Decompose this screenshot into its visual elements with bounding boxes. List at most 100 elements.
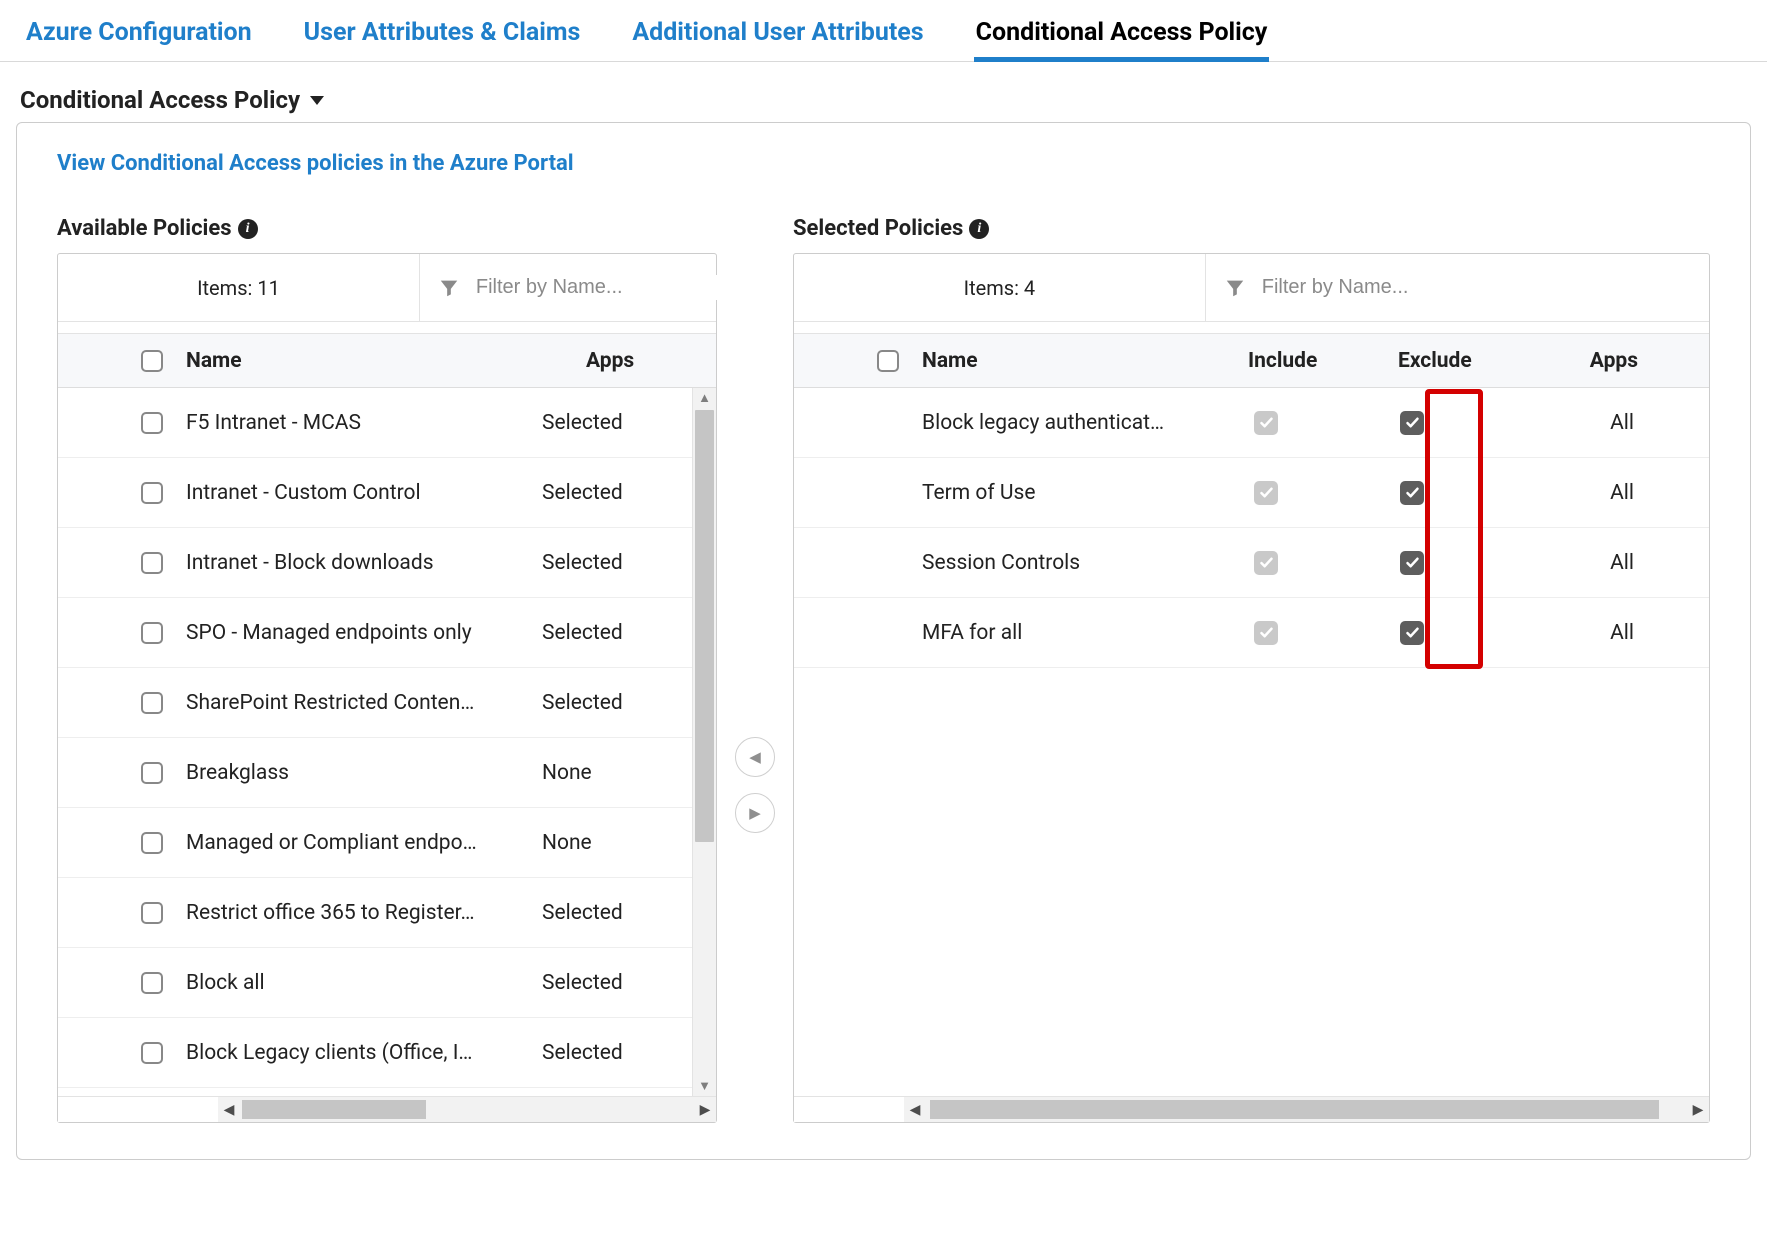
policy-name: Block all xyxy=(182,971,542,995)
available-row[interactable]: SPO - Managed endpoints only Selected xyxy=(58,598,692,668)
available-row[interactable]: Restrict office 365 to Register… Selecte… xyxy=(58,878,692,948)
policy-apps: Selected xyxy=(542,1041,672,1065)
move-right-button[interactable]: ▶ xyxy=(735,793,775,833)
selected-header-name[interactable]: Name xyxy=(918,349,1248,373)
hscroll-thumb[interactable] xyxy=(242,1100,426,1119)
row-checkbox[interactable] xyxy=(141,762,163,784)
hscroll-thumb[interactable] xyxy=(930,1100,1659,1119)
scroll-up-icon[interactable]: ▲ xyxy=(693,388,716,408)
section-header[interactable]: Conditional Access Policy xyxy=(0,62,1767,122)
row-checkbox[interactable] xyxy=(141,902,163,924)
available-row[interactable]: Block Legacy clients (Office, I… Selecte… xyxy=(58,1018,692,1088)
transfer-buttons: ◀ ▶ xyxy=(735,216,775,1123)
selected-select-all-checkbox[interactable] xyxy=(877,350,899,372)
include-checkbox[interactable] xyxy=(1254,481,1278,505)
selected-row[interactable]: Session Controls All xyxy=(794,528,1709,598)
available-hscrollbar[interactable]: ◀ ▶ xyxy=(58,1096,716,1122)
available-header-apps[interactable]: Apps xyxy=(586,349,716,373)
scroll-left-icon[interactable]: ◀ xyxy=(904,1097,926,1122)
exclude-checkbox[interactable] xyxy=(1400,481,1424,505)
selected-column: Selected Policies i Items: 4 Name Includ… xyxy=(793,216,1710,1123)
available-row[interactable]: Breakglass None xyxy=(58,738,692,808)
selected-filter-cell xyxy=(1206,254,1709,321)
policy-name: SPO - Managed endpoints only xyxy=(182,621,542,645)
scroll-thumb[interactable] xyxy=(695,410,714,842)
scroll-right-icon[interactable]: ▶ xyxy=(694,1097,716,1122)
selected-filter-input[interactable] xyxy=(1260,275,1691,300)
include-cell xyxy=(1248,621,1398,645)
policy-name: Term of Use xyxy=(918,481,1248,505)
info-icon[interactable]: i xyxy=(238,219,258,239)
scroll-right-icon[interactable]: ▶ xyxy=(1687,1097,1709,1122)
tab-additional-user-attributes[interactable]: Additional User Attributes xyxy=(630,8,925,61)
available-filter-input[interactable] xyxy=(474,275,743,300)
policy-apps: Selected xyxy=(542,551,672,575)
exclude-checkbox[interactable] xyxy=(1400,551,1424,575)
row-checkbox[interactable] xyxy=(141,692,163,714)
policy-name: Session Controls xyxy=(918,551,1248,575)
scroll-down-icon[interactable]: ▼ xyxy=(693,1076,716,1096)
policy-panel: View Conditional Access policies in the … xyxy=(16,122,1751,1160)
available-select-all-checkbox[interactable] xyxy=(141,350,163,372)
exclude-checkbox[interactable] xyxy=(1400,621,1424,645)
row-checkbox[interactable] xyxy=(141,412,163,434)
tab-conditional-access-policy[interactable]: Conditional Access Policy xyxy=(974,8,1270,61)
row-checkbox[interactable] xyxy=(141,832,163,854)
available-filter-cell xyxy=(420,254,761,321)
exclude-cell xyxy=(1398,411,1558,435)
policy-apps: All xyxy=(1558,481,1688,505)
include-cell xyxy=(1248,481,1398,505)
available-row[interactable]: Intranet - Block downloads Selected xyxy=(58,528,692,598)
row-checkbox[interactable] xyxy=(141,1042,163,1064)
selected-hscrollbar[interactable]: ◀ ▶ xyxy=(794,1096,1709,1122)
filter-icon xyxy=(1224,277,1246,299)
selected-header-include[interactable]: Include xyxy=(1248,349,1398,373)
include-checkbox[interactable] xyxy=(1254,621,1278,645)
policy-apps: All xyxy=(1558,621,1688,645)
selected-items-count: Items: 4 xyxy=(794,254,1206,321)
policy-name: Restrict office 365 to Register… xyxy=(182,901,542,925)
selected-body-wrap: Block legacy authenticat… All Term of Us… xyxy=(794,388,1709,1096)
available-list-box: Items: 11 Name Apps F5 Intranet - MCAS xyxy=(57,253,717,1123)
policy-apps: All xyxy=(1558,551,1688,575)
include-checkbox[interactable] xyxy=(1254,411,1278,435)
row-checkbox[interactable] xyxy=(141,972,163,994)
available-body-wrap: F5 Intranet - MCAS Selected Intranet - C… xyxy=(58,388,716,1096)
policy-name: Managed or Compliant endpo… xyxy=(182,831,542,855)
selected-topbar: Items: 4 xyxy=(794,254,1709,322)
row-checkbox[interactable] xyxy=(141,622,163,644)
selected-header-exclude[interactable]: Exclude xyxy=(1398,349,1558,373)
selected-row[interactable]: MFA for all All xyxy=(794,598,1709,668)
available-row[interactable]: F5 Intranet - MCAS Selected xyxy=(58,388,692,458)
selected-row[interactable]: Block legacy authenticat… All xyxy=(794,388,1709,458)
available-header-name[interactable]: Name xyxy=(182,349,586,373)
scroll-left-icon[interactable]: ◀ xyxy=(218,1097,240,1122)
exclude-cell xyxy=(1398,551,1558,575)
policy-name: Intranet - Custom Control xyxy=(182,481,542,505)
available-row[interactable]: Block all Selected xyxy=(58,948,692,1018)
available-row[interactable]: SharePoint Restricted Conten… Selected xyxy=(58,668,692,738)
view-in-portal-link[interactable]: View Conditional Access policies in the … xyxy=(57,151,574,176)
available-items-count: Items: 11 xyxy=(58,254,420,321)
row-checkbox[interactable] xyxy=(141,552,163,574)
include-checkbox[interactable] xyxy=(1254,551,1278,575)
policy-apps: All xyxy=(1558,411,1688,435)
selected-header-row: Name Include Exclude Apps xyxy=(794,334,1709,388)
info-icon[interactable]: i xyxy=(969,219,989,239)
available-header-row: Name Apps xyxy=(58,334,716,388)
move-left-button[interactable]: ◀ xyxy=(735,737,775,777)
policy-apps: Selected xyxy=(542,411,672,435)
tab-azure-configuration[interactable]: Azure Configuration xyxy=(24,8,254,61)
available-vscrollbar[interactable]: ▲ ▼ xyxy=(692,388,716,1096)
tab-user-attributes-claims[interactable]: User Attributes & Claims xyxy=(302,8,583,61)
selected-body: Block legacy authenticat… All Term of Us… xyxy=(794,388,1709,1096)
section-title: Conditional Access Policy xyxy=(20,86,300,114)
row-checkbox[interactable] xyxy=(141,482,163,504)
available-row[interactable]: Managed or Compliant endpo… None xyxy=(58,808,692,878)
filter-icon xyxy=(438,277,460,299)
selected-row[interactable]: Term of Use All xyxy=(794,458,1709,528)
available-row[interactable]: Intranet - Custom Control Selected xyxy=(58,458,692,528)
selected-title: Selected Policies i xyxy=(793,216,1710,241)
exclude-checkbox[interactable] xyxy=(1400,411,1424,435)
selected-header-apps[interactable]: Apps xyxy=(1558,349,1688,373)
